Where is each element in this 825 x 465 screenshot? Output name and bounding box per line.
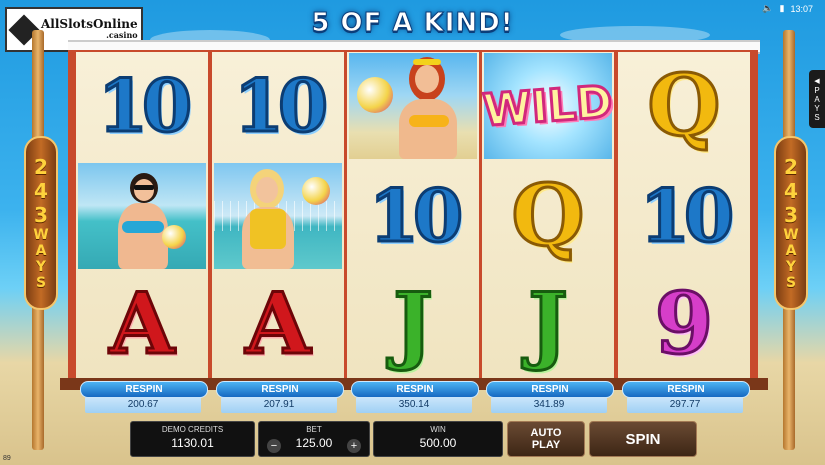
bet-decrease-button[interactable]: − bbox=[267, 439, 281, 453]
respin-button-5[interactable]: RESPIN bbox=[622, 381, 750, 398]
version-label: 89 bbox=[3, 455, 11, 462]
reel-2: 10 A bbox=[212, 52, 344, 378]
symbol-girl-blonde bbox=[212, 162, 344, 270]
symbol-ace: A bbox=[244, 274, 312, 373]
symbol-ten: 10 bbox=[367, 173, 464, 258]
win-value: 500.00 bbox=[419, 436, 457, 450]
symbol-ten: 10 bbox=[638, 173, 735, 258]
symbol-nine: 9 bbox=[653, 274, 714, 373]
symbol-jack: J bbox=[392, 274, 435, 373]
ways-badge-right: 243 WAYS bbox=[774, 136, 808, 310]
symbol-queen: Q bbox=[646, 56, 722, 155]
symbol-ten: 10 bbox=[96, 63, 193, 148]
win-label: WIN bbox=[430, 425, 446, 434]
bet-panel: BET 125.00 − + bbox=[258, 421, 370, 457]
respin-button-1[interactable]: RESPIN bbox=[80, 381, 208, 398]
respin-button-2[interactable]: RESPIN bbox=[216, 381, 344, 398]
sound-icon[interactable]: 🔈 bbox=[762, 3, 773, 14]
wifi-icon: ▮ bbox=[779, 3, 785, 13]
win-banner: 5 OF A KIND! bbox=[311, 8, 514, 39]
symbol-wild: WILD bbox=[480, 52, 616, 160]
status-bar: 🔈 ▮ 13:07 bbox=[762, 3, 813, 14]
respin-cost-3: 350.14 bbox=[356, 397, 472, 413]
autoplay-button[interactable]: AUTO PLAY bbox=[507, 421, 585, 457]
symbol-girl-sunglasses bbox=[76, 162, 208, 270]
reel-1: 10 A bbox=[76, 52, 208, 378]
symbol-girl-redhead bbox=[347, 52, 479, 160]
reel-3: 10 J bbox=[347, 52, 479, 378]
ways-badge-left: 243 WAYS bbox=[24, 136, 58, 310]
respin-cost-1: 200.67 bbox=[85, 397, 201, 413]
respin-cost-4: 341.89 bbox=[491, 397, 607, 413]
symbol-ten: 10 bbox=[232, 63, 329, 148]
symbol-jack: J bbox=[527, 274, 570, 373]
symbol-queen: Q bbox=[510, 166, 586, 265]
credits-value: 1130.01 bbox=[171, 436, 214, 450]
reel-4: WILD Q J bbox=[480, 52, 616, 378]
credits-panel: DEMO CREDITS 1130.01 bbox=[130, 421, 255, 457]
respin-button-4[interactable]: RESPIN bbox=[486, 381, 614, 398]
bet-label: BET bbox=[306, 425, 322, 434]
symbol-ace: A bbox=[108, 274, 176, 373]
respin-cost-2: 207.91 bbox=[221, 397, 337, 413]
spin-button[interactable]: SPIN bbox=[589, 421, 697, 457]
credits-label: DEMO CREDITS bbox=[161, 425, 224, 434]
respin-button-3[interactable]: RESPIN bbox=[351, 381, 479, 398]
bet-increase-button[interactable]: + bbox=[347, 439, 361, 453]
win-panel: WIN 500.00 bbox=[373, 421, 503, 457]
reel-5: Q 10 9 bbox=[618, 52, 750, 378]
respin-cost-5: 297.77 bbox=[627, 397, 743, 413]
pays-tab[interactable]: ◀ P A Y S bbox=[809, 70, 825, 128]
status-time: 13:07 bbox=[790, 3, 813, 14]
